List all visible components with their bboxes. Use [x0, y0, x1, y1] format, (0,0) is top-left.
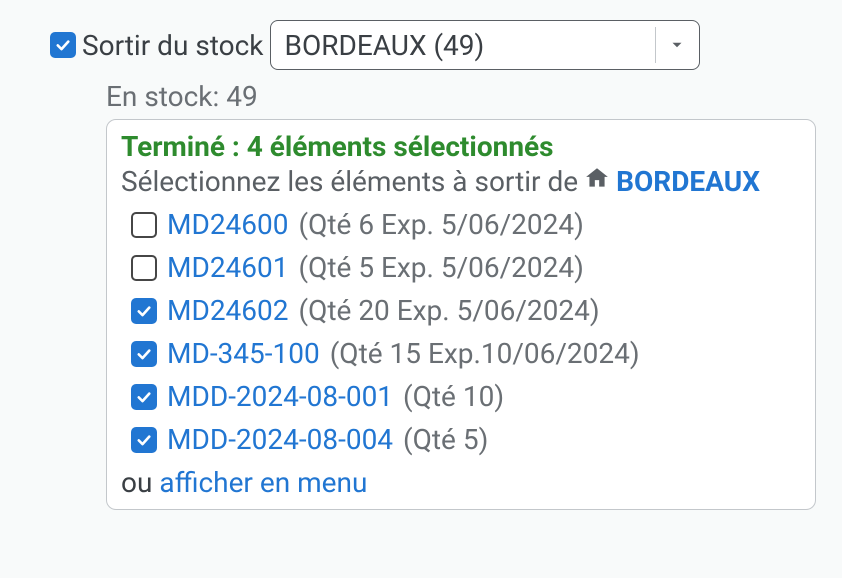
item-row: MD-345-100 (Qté 15 Exp.10/06/2024): [131, 337, 801, 370]
item-detail: (Qté 15 Exp.10/06/2024): [330, 337, 640, 370]
item-checkbox[interactable]: [131, 384, 157, 410]
item-detail: (Qté 10): [403, 380, 504, 413]
location-name: BORDEAUX: [616, 165, 760, 198]
items-list: MD24600 (Qté 6 Exp. 5/06/2024) MD24601 (Qté…: [121, 208, 801, 456]
stock-count-label: En stock: 49: [106, 80, 822, 113]
item-code[interactable]: MD24601: [167, 251, 289, 284]
selection-status: Terminé : 4 éléments sélectionnés: [121, 130, 801, 163]
show-menu-link[interactable]: afficher en menu: [159, 466, 367, 499]
dropdown-selected-value: BORDEAUX (49): [285, 29, 655, 62]
dropdown-caret: [655, 27, 699, 63]
check-icon: [54, 36, 72, 54]
instruction-text: Sélectionnez les éléments à sortir de: [121, 165, 578, 198]
selection-panel: Terminé : 4 éléments sélectionnés Sélect…: [106, 119, 816, 510]
item-checkbox[interactable]: [131, 255, 157, 281]
item-row: MDD-2024-08-004 (Qté 5): [131, 423, 801, 456]
item-detail: (Qté 20 Exp. 5/06/2024): [299, 294, 600, 327]
item-checkbox[interactable]: [131, 341, 157, 367]
stock-out-checkbox[interactable]: [50, 32, 76, 58]
item-code[interactable]: MDD-2024-08-001: [167, 380, 393, 413]
footer-line: ou afficher en menu: [121, 466, 801, 499]
check-icon: [135, 388, 153, 406]
check-icon: [135, 431, 153, 449]
chevron-down-icon: [668, 36, 686, 54]
item-row: MD24601 (Qté 5 Exp. 5/06/2024): [131, 251, 801, 284]
item-code[interactable]: MD24602: [167, 294, 289, 327]
stock-location-dropdown[interactable]: BORDEAUX (49): [270, 20, 700, 70]
item-checkbox[interactable]: [131, 298, 157, 324]
item-code[interactable]: MD-345-100: [167, 337, 320, 370]
footer-prefix: ou: [121, 466, 159, 499]
item-row: MD24600 (Qté 6 Exp. 5/06/2024): [131, 208, 801, 241]
stock-out-label: Sortir du stock: [82, 29, 264, 62]
house-icon: [584, 165, 610, 198]
item-detail: (Qté 5 Exp. 5/06/2024): [299, 251, 584, 284]
item-detail: (Qté 5): [403, 423, 488, 456]
item-detail: (Qté 6 Exp. 5/06/2024): [299, 208, 584, 241]
item-code[interactable]: MD24600: [167, 208, 289, 241]
item-row: MD24602 (Qté 20 Exp. 5/06/2024): [131, 294, 801, 327]
item-checkbox[interactable]: [131, 212, 157, 238]
check-icon: [135, 345, 153, 363]
item-checkbox[interactable]: [131, 427, 157, 453]
stock-out-row: Sortir du stock BORDEAUX (49): [50, 20, 822, 70]
item-row: MDD-2024-08-001 (Qté 10): [131, 380, 801, 413]
instruction-line: Sélectionnez les éléments à sortir de BO…: [121, 165, 801, 198]
check-icon: [135, 302, 153, 320]
item-code[interactable]: MDD-2024-08-004: [167, 423, 393, 456]
